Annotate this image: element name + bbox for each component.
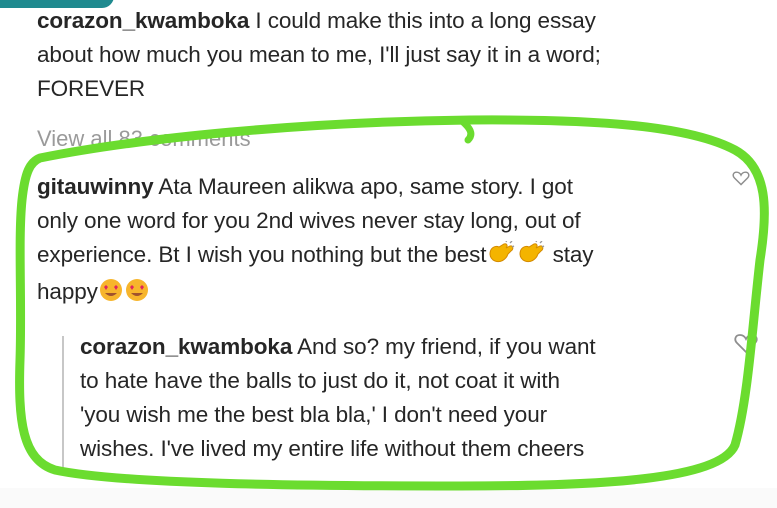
comment-username[interactable]: gitauwinny — [37, 174, 154, 199]
comment-text-4: happy — [37, 279, 98, 304]
reply-comment: corazon_kwamboka And so? my friend, if y… — [80, 330, 720, 466]
bottom-strip — [0, 488, 777, 508]
comment-line-1: gitauwinny Ata Maureen alikwa apo, same … — [37, 170, 727, 204]
reply-line-1: corazon_kwamboka And so? my friend, if y… — [80, 330, 720, 364]
heart-outline-icon[interactable] — [734, 332, 758, 359]
comment-text-3b: stay — [546, 242, 594, 267]
caption-line-2: about how much you mean to me, I'll just… — [37, 42, 601, 67]
reply-thread-line — [62, 336, 64, 474]
comment-line-3: experience. Bt I wish you nothing but th… — [37, 238, 727, 275]
post-caption: corazon_kwamboka I could make this into … — [37, 4, 757, 106]
clapping-hands-icon — [486, 239, 516, 275]
reply-text-1: And so? my friend, if you want — [292, 334, 596, 359]
reply-line-2: to hate have the balls to just do it, no… — [80, 368, 560, 393]
caption-line-3: FOREVER — [37, 76, 146, 101]
reply-username[interactable]: corazon_kwamboka — [80, 334, 292, 359]
caption-line-1: corazon_kwamboka I could make this into … — [37, 4, 757, 38]
comment-text-3a: experience. Bt I wish you nothing but th… — [37, 242, 487, 267]
comment-text-1: Ata Maureen alikwa apo, same story. I go… — [153, 174, 573, 199]
heart-outline-icon[interactable] — [732, 170, 750, 191]
reply-line-4: wishes. I've lived my entire life withou… — [80, 436, 585, 461]
comment: gitauwinny Ata Maureen alikwa apo, same … — [37, 170, 727, 312]
caption-text-1: I could make this into a long essay — [249, 8, 596, 33]
caption-username[interactable]: corazon_kwamboka — [37, 8, 249, 33]
clapping-hands-icon — [516, 239, 546, 275]
heart-eyes-emoji-icon — [124, 278, 150, 312]
comment-line-4: happy — [37, 275, 727, 312]
heart-eyes-emoji-icon — [98, 278, 124, 312]
view-all-comments-link[interactable]: View all 83 comments — [37, 126, 251, 152]
reply-line-3: 'you wish me the best bla bla,' I don't … — [80, 402, 548, 427]
comment-line-2: only one word for you 2nd wives never st… — [37, 208, 581, 233]
